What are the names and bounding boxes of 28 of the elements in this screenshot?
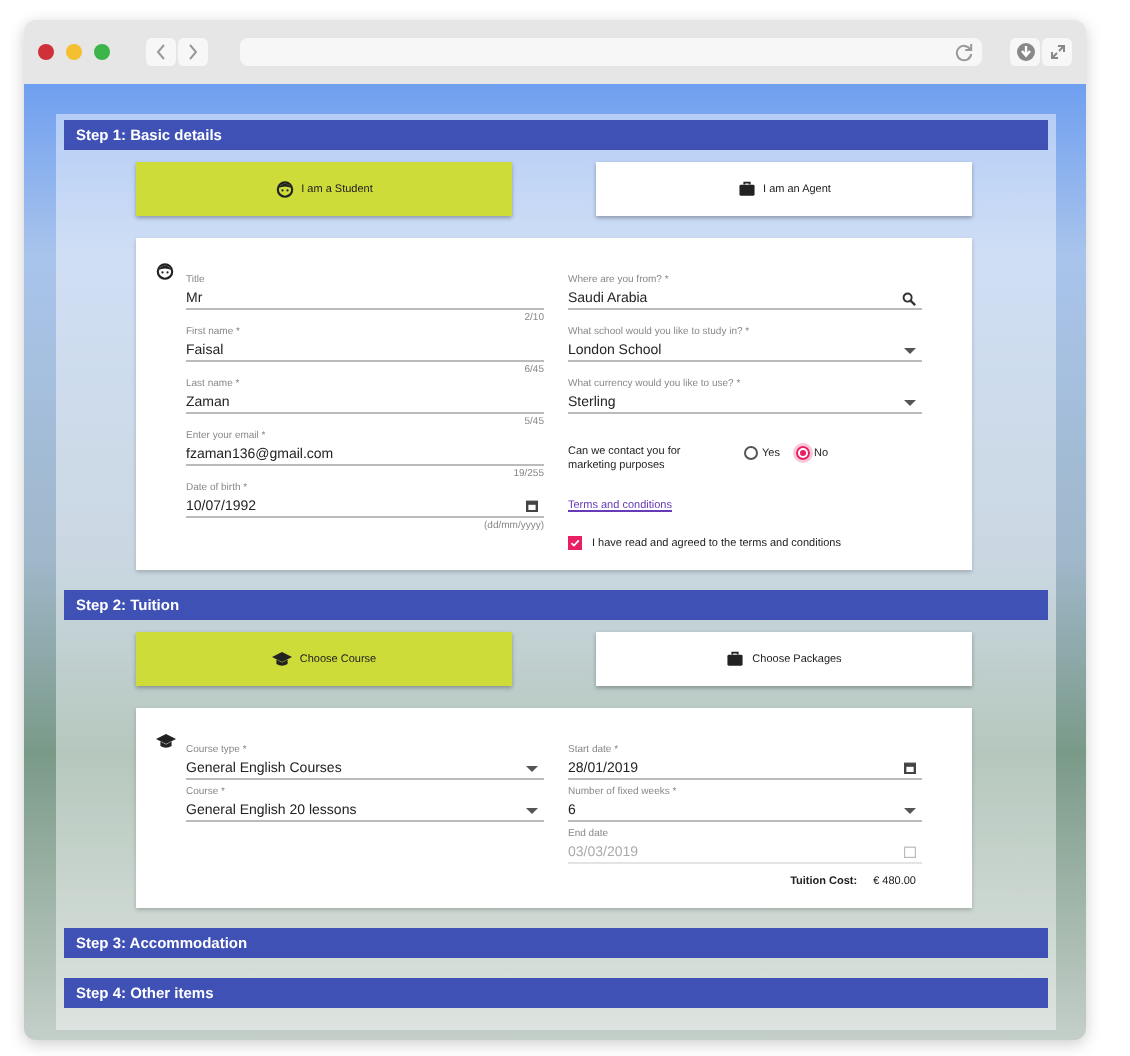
caret-icon[interactable] (526, 807, 538, 813)
caret-icon[interactable] (904, 807, 916, 813)
expand-icon[interactable] (1049, 44, 1065, 60)
radio-button[interactable] (744, 446, 758, 460)
briefcase-icon (726, 650, 745, 668)
caret-icon[interactable] (526, 765, 538, 771)
download-icon[interactable] (1015, 42, 1035, 62)
graduation-cap-icon (271, 650, 292, 668)
chevron-right-icon[interactable] (188, 44, 198, 60)
resize-button[interactable] (1042, 38, 1072, 66)
caret-icon[interactable] (904, 399, 916, 405)
face-icon (156, 262, 174, 280)
caret-icon[interactable] (904, 347, 916, 353)
download-button[interactable] (1010, 38, 1040, 66)
forward-button[interactable] (178, 38, 208, 66)
close-button[interactable] (38, 44, 54, 60)
reload-icon[interactable] (954, 42, 974, 62)
search-icon[interactable] (902, 291, 916, 305)
calendar-icon[interactable] (526, 500, 538, 512)
face-icon (275, 180, 294, 198)
calendar-icon[interactable] (904, 762, 916, 774)
checkbox[interactable] (568, 536, 582, 550)
briefcase-icon (737, 180, 756, 198)
back-button[interactable] (146, 38, 176, 66)
radio-button[interactable] (795, 446, 810, 460)
graduation-cap-icon (156, 732, 176, 750)
maximize-button[interactable] (94, 44, 110, 60)
chevron-left-icon[interactable] (156, 44, 166, 60)
